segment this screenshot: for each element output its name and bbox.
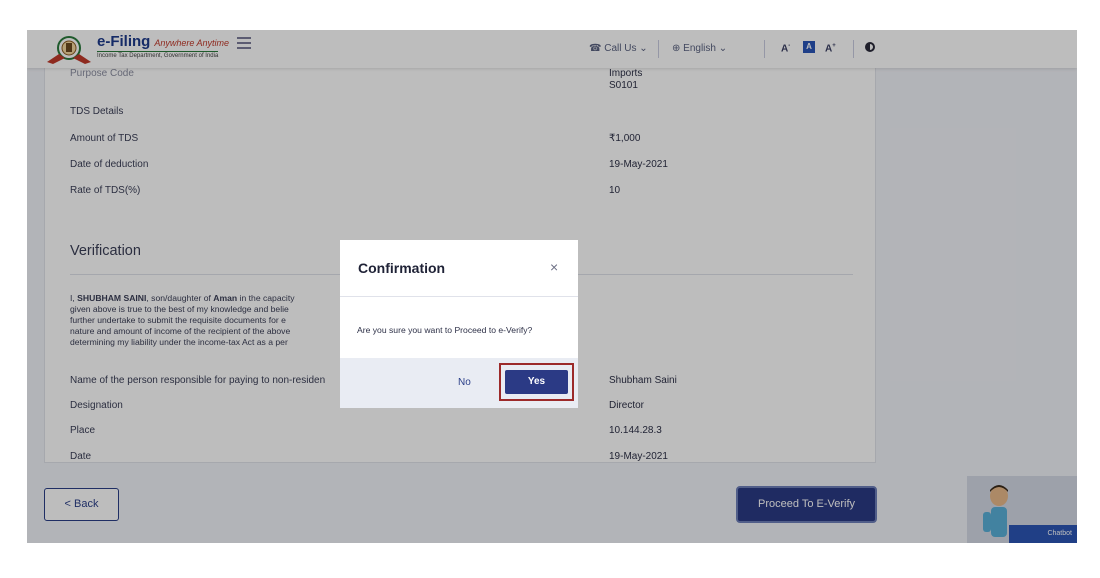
confirmation-dialog: Confirmation × Are you sure you want to …	[340, 240, 578, 408]
dialog-message: Are you sure you want to Proceed to e-Ve…	[357, 325, 533, 335]
dialog-divider	[340, 296, 578, 297]
dialog-footer: No Yes	[340, 358, 578, 408]
app-frame: e-Filing Anywhere Anytime Income Tax Depa…	[27, 30, 1077, 543]
dialog-title: Confirmation	[358, 260, 446, 276]
close-icon[interactable]: ×	[550, 260, 558, 274]
yes-button[interactable]: Yes	[505, 370, 568, 394]
no-button[interactable]: No	[458, 377, 471, 388]
yes-button-highlight: Yes	[499, 363, 574, 401]
